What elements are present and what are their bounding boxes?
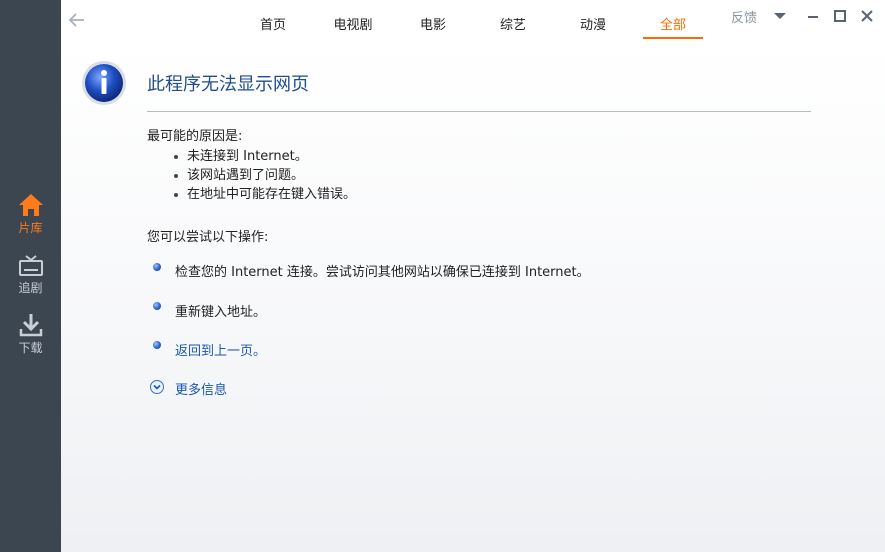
- sidebar-item-label: 片库: [18, 221, 43, 235]
- feedback-link[interactable]: 反馈: [731, 7, 757, 26]
- causes-list: 未连接到 Internet。 该网站遇到了问题。 在地址中可能存在键入错误。: [171, 147, 356, 204]
- list-item: 在地址中可能存在键入错误。: [171, 185, 356, 204]
- tv-icon: [18, 255, 43, 276]
- info-icon: [82, 61, 126, 105]
- action-check-connection: 检查您的 Internet 连接。尝试访问其他网站以确保已连接到 Interne…: [175, 265, 590, 280]
- actions-heading: 您可以尝试以下操作:: [147, 230, 269, 245]
- minimize-icon[interactable]: [804, 7, 822, 25]
- divider: [147, 111, 811, 112]
- tab-variety[interactable]: 综艺: [483, 14, 543, 33]
- tab-movies[interactable]: 电影: [403, 14, 463, 33]
- maximize-icon[interactable]: [831, 7, 849, 25]
- back-arrow-icon[interactable]: [67, 10, 87, 30]
- home-icon: [18, 194, 43, 216]
- sidebar: 片库 追剧 下载: [0, 0, 61, 552]
- more-info-link[interactable]: 更多信息: [175, 379, 227, 398]
- active-tab-indicator: [643, 37, 703, 39]
- causes-heading: 最可能的原因是:: [147, 129, 243, 144]
- list-item: 该网站遇到了问题。: [171, 166, 356, 185]
- go-back-link[interactable]: 返回到上一页。: [175, 340, 266, 359]
- error-page: 此程序无法显示网页 最可能的原因是: 未连接到 Internet。 该网站遇到了…: [61, 44, 885, 552]
- tab-home[interactable]: 首页: [243, 14, 303, 33]
- download-icon: [19, 314, 42, 337]
- sidebar-item-label: 追剧: [18, 281, 43, 295]
- sidebar-item-follow[interactable]: 追剧: [0, 254, 61, 310]
- top-navigation-bar: 首页 电视剧 电影 综艺 动漫 全部 反馈: [61, 0, 885, 44]
- action-retype-address: 重新键入地址。: [175, 305, 267, 320]
- close-icon[interactable]: [858, 7, 876, 25]
- sidebar-item-download[interactable]: 下载: [0, 312, 61, 368]
- menu-dropdown-icon[interactable]: [771, 7, 789, 25]
- bullet-icon: [153, 263, 161, 271]
- list-item: 未连接到 Internet。: [171, 147, 356, 166]
- page-title: 此程序无法显示网页: [147, 74, 309, 95]
- tab-all[interactable]: 全部: [643, 14, 703, 33]
- sidebar-item-library[interactable]: 片库: [0, 192, 61, 248]
- tab-anime[interactable]: 动漫: [563, 14, 623, 33]
- sidebar-item-label: 下载: [18, 341, 43, 355]
- bullet-icon: [153, 302, 161, 310]
- tab-tv-series[interactable]: 电视剧: [323, 14, 383, 33]
- expand-more-icon[interactable]: [150, 380, 164, 394]
- bullet-icon: [153, 341, 161, 349]
